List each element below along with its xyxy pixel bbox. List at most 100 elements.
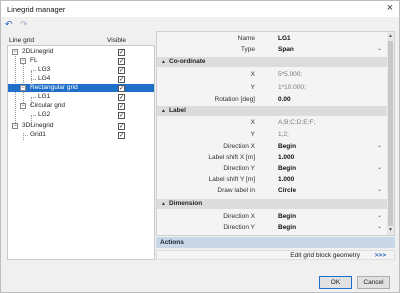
tree-item-3dlinegrid[interactable]: − 3DLinegrid ✓ — [8, 122, 154, 130]
visible-checkbox[interactable]: ✓ — [118, 57, 125, 65]
prop-label: Draw label in — [217, 187, 255, 194]
prop-value[interactable]: Begin — [278, 142, 296, 151]
visible-checkbox[interactable]: ✓ — [118, 75, 125, 83]
tree-header: Line grid Visible — [7, 37, 153, 45]
chevron-down-icon[interactable]: ⌄ — [377, 164, 382, 173]
chevron-down-icon[interactable]: ⌄ — [377, 186, 382, 195]
prop-value[interactable]: 0.00 — [278, 95, 291, 104]
prop-value[interactable]: A;B;C;D;E;F; — [278, 118, 315, 127]
tree-item-lg2[interactable]: LG2 ✓ — [8, 111, 154, 119]
chevron-down-icon[interactable]: ⌄ — [377, 223, 382, 232]
prop-label-y[interactable]: Y 1;2; — [157, 130, 388, 139]
prop-coord-x[interactable]: X 5*5.000; — [157, 70, 388, 79]
tree-item-rectangular-grid[interactable]: − Rectangular grid ✓ — [8, 84, 154, 92]
ok-button[interactable]: OK — [319, 276, 352, 289]
tree-item-lg1[interactable]: LG1 ✓ — [8, 93, 154, 101]
section-title: Label — [169, 107, 186, 114]
prop-draw-label-in[interactable]: Draw label in Circle ⌄ — [157, 186, 388, 195]
prop-direction-x[interactable]: Direction X Begin ⌄ — [157, 142, 388, 151]
visible-checkbox[interactable]: ✓ — [118, 102, 125, 110]
prop-label: Label shift X [m] — [208, 154, 255, 161]
prop-label: Name — [237, 35, 255, 42]
actions-header: Actions — [156, 237, 395, 248]
collapse-triangle-icon[interactable]: ▲ — [161, 106, 166, 116]
visible-checkbox[interactable]: ✓ — [118, 122, 125, 130]
visible-checkbox[interactable]: ✓ — [118, 93, 125, 101]
prop-coord-y[interactable]: Y 1*10.000; — [157, 83, 388, 92]
collapse-icon[interactable]: − — [20, 58, 26, 64]
prop-direction-y[interactable]: Direction Y Begin ⌄ — [157, 164, 388, 173]
prop-label: Direction Y — [223, 224, 255, 231]
action-label: Edit grid block geometry — [290, 252, 360, 259]
toolbar: ↶ ↷ — [5, 19, 33, 31]
prop-value[interactable]: LG1 — [278, 34, 291, 43]
collapse-icon[interactable]: − — [12, 123, 18, 129]
tree-item-circular-grid[interactable]: − Circular grid ✓ — [8, 102, 154, 110]
visible-checkbox[interactable]: ✓ — [118, 66, 125, 74]
chevron-down-icon[interactable]: ⌄ — [377, 142, 382, 151]
action-edit-grid-block-geometry[interactable]: Edit grid block geometry >>> — [156, 250, 395, 260]
tree-item-label: LG2 — [38, 111, 51, 118]
section-label[interactable]: ▲ Label — [157, 106, 388, 116]
tree-item-lg4[interactable]: LG4 ✓ — [8, 75, 154, 83]
cancel-button[interactable]: Cancel — [357, 276, 390, 289]
section-title: Co-ordinate — [169, 58, 206, 65]
prop-label: Direction X — [223, 143, 255, 150]
collapse-triangle-icon[interactable]: ▲ — [161, 57, 166, 67]
property-panel: Name LG1 Type Span ⌄ ▲ Co-ordinate X 5*5… — [156, 31, 395, 236]
prop-value[interactable]: Begin — [278, 212, 296, 221]
prop-label: Y — [250, 131, 255, 138]
undo-icon[interactable]: ↶ — [5, 19, 15, 29]
prop-label-shift-x[interactable]: Label shift X [m] 1.000 — [157, 153, 388, 162]
chevron-down-icon[interactable]: ⌄ — [377, 212, 382, 221]
prop-label-x[interactable]: X A;B;C;D;E;F; — [157, 118, 388, 127]
prop-name[interactable]: Name LG1 — [157, 34, 388, 43]
prop-value[interactable]: 1.000 — [278, 153, 294, 162]
scrollbar-thumb[interactable] — [388, 41, 393, 226]
scroll-down-icon[interactable]: ▼ — [387, 227, 394, 233]
property-scrollbar[interactable]: ▲ ▼ — [387, 32, 394, 235]
collapse-triangle-icon[interactable]: ▲ — [161, 199, 166, 209]
prop-dim-direction-y[interactable]: Direction Y Begin ⌄ — [157, 223, 388, 232]
prop-value[interactable]: 1*10.000; — [278, 83, 306, 92]
action-run-button[interactable]: >>> — [375, 251, 386, 260]
prop-value[interactable]: 1.000 — [278, 175, 294, 184]
tree-item-fl[interactable]: − FL ✓ — [8, 57, 154, 65]
title-bar: Linegrid manager × — [1, 1, 399, 17]
prop-label-shift-y[interactable]: Label shift Y [m] 1.000 — [157, 175, 388, 184]
prop-type[interactable]: Type Span ⌄ — [157, 45, 388, 54]
collapse-icon[interactable]: − — [20, 103, 26, 109]
redo-icon[interactable]: ↷ — [20, 19, 30, 29]
prop-value[interactable]: Circle — [278, 186, 296, 195]
section-dimension[interactable]: ▲ Dimension — [157, 199, 388, 209]
visible-checkbox[interactable]: ✓ — [118, 111, 125, 119]
section-co-ordinate[interactable]: ▲ Co-ordinate — [157, 57, 388, 67]
linegrid-manager-window: Linegrid manager × ↶ ↷ Line grid Visible… — [0, 0, 400, 293]
close-icon[interactable]: × — [387, 3, 393, 14]
tree-item-label: 2DLinegrid — [22, 48, 54, 55]
prop-rotation[interactable]: Rotation [deg] 0.00 — [157, 95, 388, 104]
scroll-up-icon[interactable]: ▲ — [387, 33, 394, 39]
tree-connector — [31, 79, 36, 80]
prop-value[interactable]: Span — [278, 45, 294, 54]
visible-checkbox[interactable]: ✓ — [118, 84, 125, 92]
visible-checkbox[interactable]: ✓ — [118, 131, 125, 139]
tree-item-2dlinegrid[interactable]: − 2DLinegrid ✓ — [8, 48, 154, 56]
prop-label: Type — [240, 46, 255, 53]
tree-item-label: LG3 — [38, 66, 51, 73]
prop-label: Direction X — [223, 213, 255, 220]
tree-item-label: Grid1 — [30, 131, 46, 138]
prop-value[interactable]: Begin — [278, 223, 296, 232]
prop-value[interactable]: 1;2; — [278, 130, 289, 139]
tree-item-label: LG1 — [38, 93, 51, 100]
prop-value[interactable]: 5*5.000; — [278, 70, 302, 79]
chevron-down-icon[interactable]: ⌄ — [377, 45, 382, 54]
prop-value[interactable]: Begin — [278, 164, 296, 173]
tree-item-grid1[interactable]: Grid1 ✓ — [8, 131, 154, 139]
collapse-icon[interactable]: − — [20, 85, 26, 91]
visible-checkbox[interactable]: ✓ — [118, 48, 125, 56]
prop-dim-direction-x[interactable]: Direction X Begin ⌄ — [157, 212, 388, 221]
tree-item-label: Circular grid — [30, 102, 66, 109]
collapse-icon[interactable]: − — [12, 49, 18, 55]
tree-item-lg3[interactable]: LG3 ✓ — [8, 66, 154, 74]
